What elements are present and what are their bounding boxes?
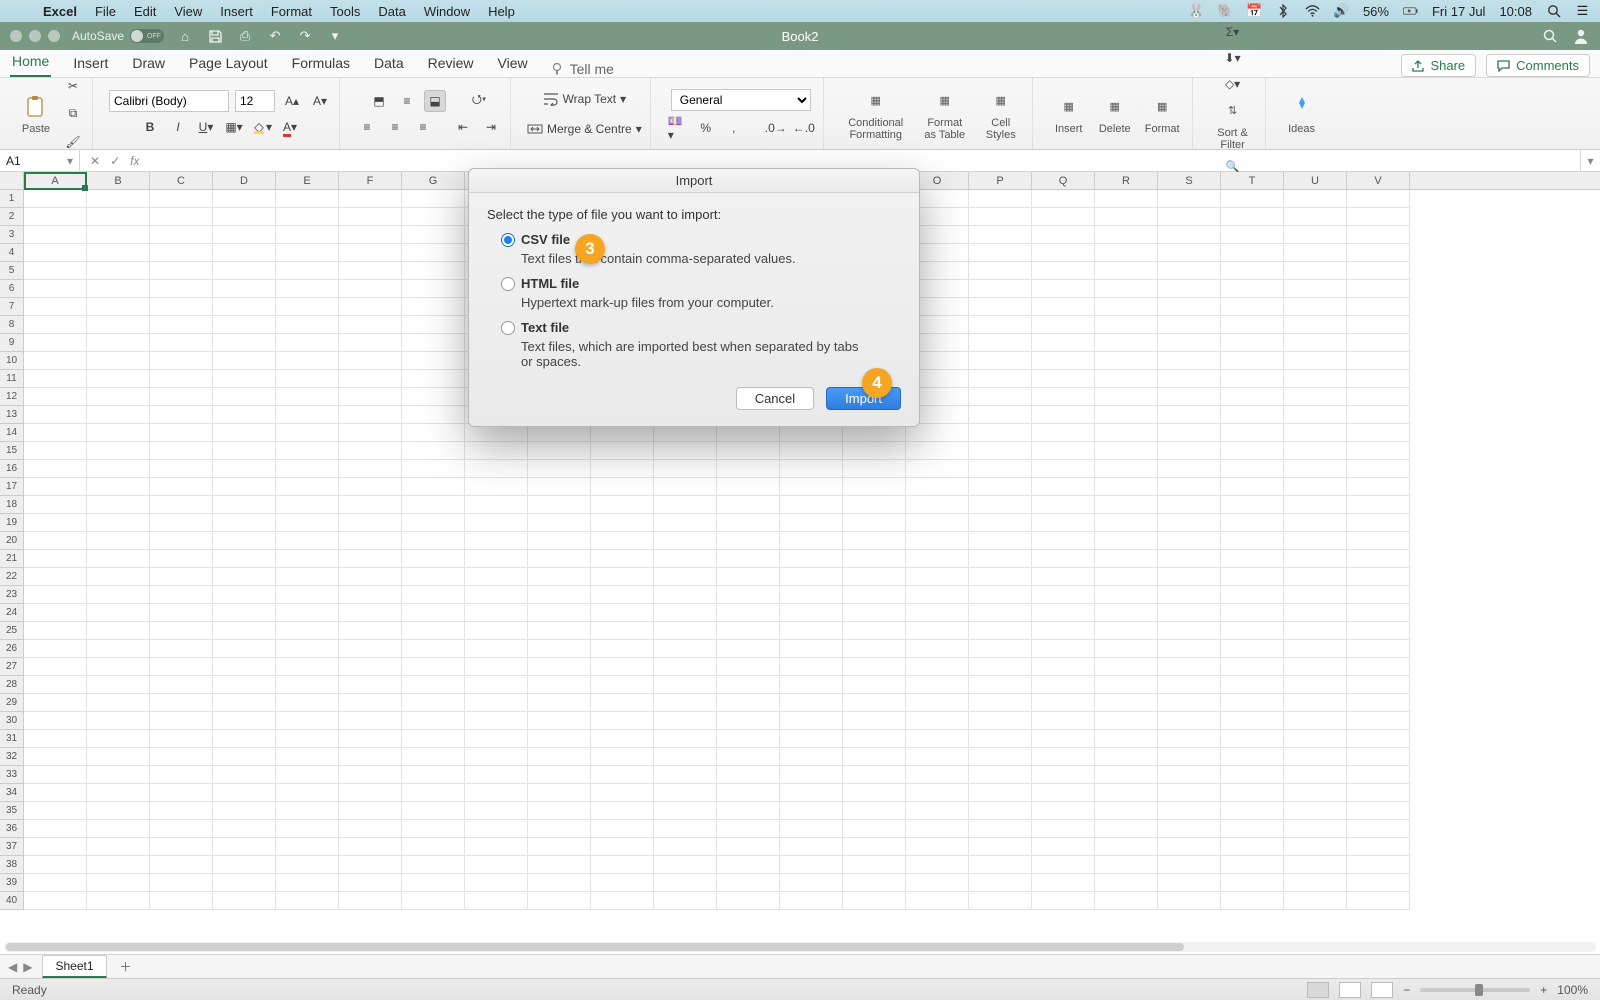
radio-text-label[interactable]: Text file <box>521 320 569 335</box>
radio-html[interactable] <box>501 277 515 291</box>
dialog-title: Import <box>469 169 919 193</box>
radio-text[interactable] <box>501 321 515 335</box>
import-dialog: Import Select the type of file you want … <box>468 168 920 427</box>
dialog-prompt: Select the type of file you want to impo… <box>487 207 901 222</box>
radio-csv-label[interactable]: CSV file <box>521 232 570 247</box>
dialog-cancel-button[interactable]: Cancel <box>736 387 814 410</box>
annotation-4: 4 <box>862 368 892 398</box>
radio-text-desc: Text files, which are imported best when… <box>521 339 866 369</box>
modal-overlay: Import Select the type of file you want … <box>0 0 1600 1000</box>
radio-html-label[interactable]: HTML file <box>521 276 579 291</box>
annotation-3: 3 <box>575 234 605 264</box>
radio-csv[interactable] <box>501 233 515 247</box>
radio-html-desc: Hypertext mark-up files from your comput… <box>521 295 901 310</box>
